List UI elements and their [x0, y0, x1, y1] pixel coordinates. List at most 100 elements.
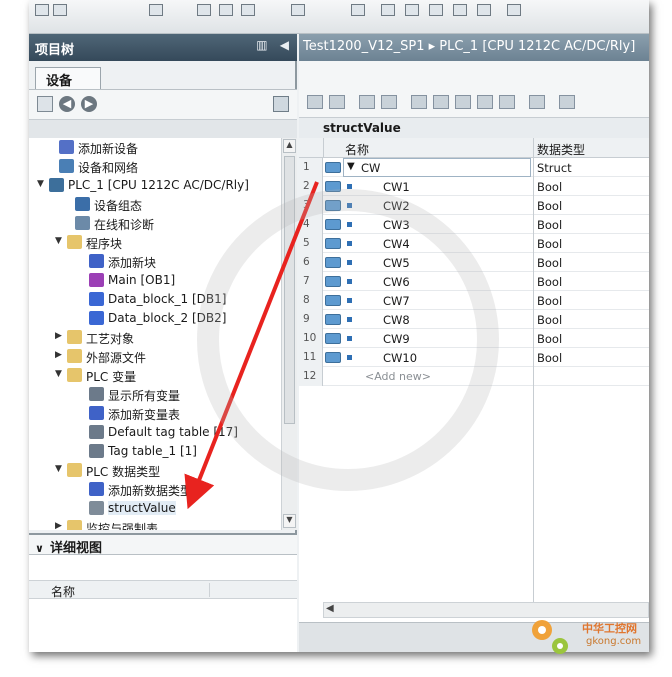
tree-item[interactable]: ▼ PLC 变量	[29, 366, 281, 385]
tree-item[interactable]: 在线和诊断	[29, 214, 281, 233]
member-name[interactable]: CW8	[383, 313, 410, 327]
tree-item[interactable]: Data_block_1 [DB1]	[29, 290, 281, 309]
tree-item[interactable]: 添加新变量表	[29, 404, 281, 423]
row-number[interactable]: 6	[299, 253, 323, 272]
grid-row[interactable]: 11 CW10 Bool	[299, 348, 649, 367]
type-column-header[interactable]: 数据类型	[537, 141, 585, 158]
member-name[interactable]: CW10	[383, 351, 417, 365]
member-type[interactable]: Bool	[537, 218, 562, 232]
compile-icon[interactable]	[351, 4, 365, 16]
tree-item[interactable]: 设备组态	[29, 195, 281, 214]
row-number[interactable]: 11	[299, 348, 323, 367]
tree-item[interactable]: 显示所有变量	[29, 385, 281, 404]
row-number[interactable]: 9	[299, 310, 323, 329]
tree-item[interactable]: ▼ PLC_1 [CPU 1212C AC/DC/Rly]	[29, 176, 281, 195]
horizontal-scrollbar[interactable]: ◀	[323, 602, 649, 618]
row-number[interactable]: 8	[299, 291, 323, 310]
tree-item[interactable]: ▶ 监控与强制表	[29, 518, 281, 530]
go-online-icon[interactable]	[453, 4, 467, 16]
member-name[interactable]: CW3	[383, 218, 410, 232]
tree-scrollbar[interactable]: ▲ ▼	[281, 138, 297, 530]
collapse-arrow-icon[interactable]: ▼	[55, 236, 65, 246]
add-row-icon[interactable]	[329, 95, 345, 109]
member-type[interactable]: Bool	[537, 237, 562, 251]
go-offline-icon[interactable]	[477, 4, 491, 16]
open-project-icon[interactable]	[53, 4, 67, 16]
tree-item[interactable]: structValue	[29, 499, 281, 518]
row-number[interactable]: 7	[299, 272, 323, 291]
undo-icon[interactable]	[291, 4, 305, 16]
grid-row[interactable]: 1 ▼ CW Struct	[299, 158, 649, 177]
tree-item[interactable]: ▶ 外部源文件	[29, 347, 281, 366]
grid-row[interactable]: 7 CW6 Bool	[299, 272, 649, 291]
member-type[interactable]: Bool	[537, 256, 562, 270]
member-name[interactable]: CW	[361, 161, 380, 175]
tree-item[interactable]: 添加新设备	[29, 138, 281, 157]
tree-item[interactable]: Default tag table [17]	[29, 423, 281, 442]
member-type[interactable]: Bool	[537, 332, 562, 346]
back-icon[interactable]: ◀	[59, 96, 75, 112]
member-type[interactable]: Bool	[537, 275, 562, 289]
row-number[interactable]: 5	[299, 234, 323, 253]
scroll-down-icon[interactable]: ▼	[283, 514, 296, 528]
glasses-icon[interactable]	[559, 95, 575, 109]
expand-arrow-icon[interactable]: ▶	[55, 331, 65, 341]
add-new-placeholder[interactable]: <Add new>	[365, 370, 431, 383]
row-number[interactable]: 2	[299, 177, 323, 196]
collapse-left-icon[interactable]: ◀	[280, 38, 289, 52]
row-number[interactable]: 10	[299, 329, 323, 348]
member-type[interactable]: Struct	[537, 161, 572, 175]
expand-all-icon[interactable]	[411, 95, 427, 109]
new-folder-icon[interactable]	[37, 96, 53, 112]
edit-icon[interactable]	[381, 95, 397, 109]
chevron-down-icon[interactable]: ∨	[35, 542, 44, 555]
add-new-row[interactable]: 12 <Add new>	[299, 367, 649, 386]
copy-icon[interactable]	[219, 4, 233, 16]
grid-row[interactable]: 4 CW3 Bool	[299, 215, 649, 234]
name-column-header[interactable]: 名称	[345, 141, 369, 158]
table-view-icon[interactable]	[499, 95, 515, 109]
member-name[interactable]: CW1	[383, 180, 410, 194]
accessible-devices-icon[interactable]	[507, 4, 521, 16]
panel-controls[interactable]: ▥ ◀	[256, 38, 289, 52]
row-number[interactable]: 1	[299, 158, 323, 177]
member-type[interactable]: Bool	[537, 313, 562, 327]
paste-icon[interactable]	[241, 4, 255, 16]
member-type[interactable]: Bool	[537, 199, 562, 213]
tree-item[interactable]: ▶ 工艺对象	[29, 328, 281, 347]
grid-row[interactable]: 5 CW4 Bool	[299, 234, 649, 253]
collapse-all-icon[interactable]	[433, 95, 449, 109]
row-number[interactable]: 4	[299, 215, 323, 234]
member-type[interactable]: Bool	[537, 180, 562, 194]
member-name[interactable]: CW7	[383, 294, 410, 308]
simulation-icon[interactable]	[429, 4, 443, 16]
collapse-struct-icon[interactable]: ▼	[347, 161, 355, 172]
row-number[interactable]: 12	[299, 367, 323, 386]
tree-item[interactable]: 添加新数据类型	[29, 480, 281, 499]
member-type[interactable]: Bool	[537, 351, 562, 365]
grid-row[interactable]: 3 CW2 Bool	[299, 196, 649, 215]
grid-row[interactable]: 2 CW1 Bool	[299, 177, 649, 196]
tree-item[interactable]: ▼ PLC 数据类型	[29, 461, 281, 480]
delete-row-icon[interactable]	[359, 95, 375, 109]
tab-devices[interactable]: 设备	[35, 67, 101, 89]
move-up-icon[interactable]	[455, 95, 471, 109]
grid-row[interactable]: 10 CW9 Bool	[299, 329, 649, 348]
collapse-arrow-icon[interactable]: ▼	[37, 179, 47, 189]
collapse-arrow-icon[interactable]: ▼	[55, 464, 65, 474]
monitor-icon[interactable]	[529, 95, 545, 109]
row-number[interactable]: 3	[299, 196, 323, 215]
tree-item[interactable]: ▼ 程序块	[29, 233, 281, 252]
tree-settings-icon[interactable]	[273, 96, 289, 112]
move-down-icon[interactable]	[477, 95, 493, 109]
scroll-thumb[interactable]	[284, 156, 295, 424]
download-icon[interactable]	[381, 4, 395, 16]
scroll-left-icon[interactable]: ◀	[326, 603, 334, 614]
grid-row[interactable]: 8 CW7 Bool	[299, 291, 649, 310]
detail-view-header[interactable]: ∨ 详细视图	[29, 533, 297, 556]
tree-item[interactable]: 设备和网络	[29, 157, 281, 176]
cut-icon[interactable]	[197, 4, 211, 16]
expand-arrow-icon[interactable]: ▶	[55, 350, 65, 360]
insert-row-icon[interactable]	[307, 95, 323, 109]
member-type[interactable]: Bool	[537, 294, 562, 308]
